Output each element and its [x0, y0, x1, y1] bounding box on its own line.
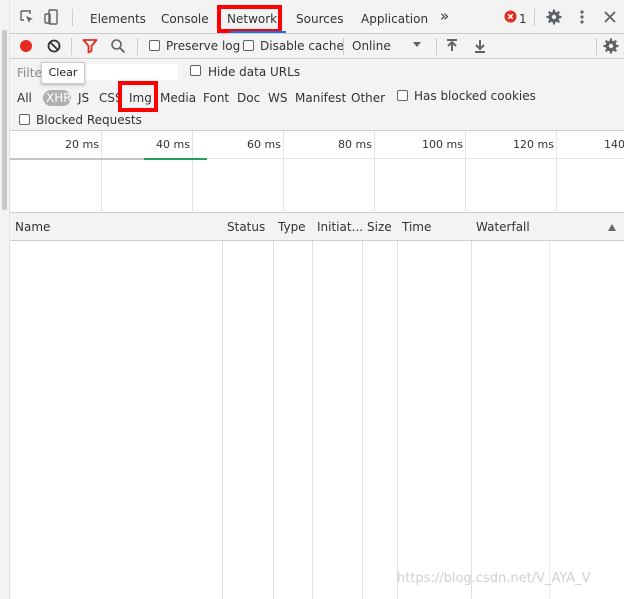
toolbar-divider	[343, 38, 344, 55]
column-header-initiator[interactable]: Initiat...	[312, 213, 362, 241]
toolbar-divider	[534, 9, 535, 26]
preserve-log-checkbox[interactable]	[149, 40, 160, 51]
column-divider	[397, 213, 398, 599]
timeline-gridline	[101, 131, 102, 213]
column-header-type[interactable]: Type	[273, 213, 312, 241]
timeline-tick-label: 120 ms	[513, 138, 554, 151]
column-header-time[interactable]: Time	[397, 213, 471, 241]
error-count[interactable]: 1	[519, 11, 527, 27]
has-blocked-cookies-label[interactable]: Has blocked cookies	[414, 89, 536, 103]
devtools-tabbar: Elements Console Network Sources Applica…	[10, 0, 624, 34]
timeline-tick-label: 60 ms	[247, 138, 281, 151]
type-filter-xhr[interactable]: XHR	[43, 90, 72, 106]
requests-table: Name Status Type Initiat... Size Time Wa…	[10, 213, 624, 599]
timeline-tick-label: 80 ms	[338, 138, 372, 151]
clear-icon[interactable]	[45, 37, 63, 55]
left-panel-edge	[0, 0, 10, 599]
type-filter-doc[interactable]: Doc	[237, 90, 260, 106]
export-har-icon[interactable]	[471, 37, 489, 55]
tab-network[interactable]: Network	[227, 11, 277, 27]
column-header-waterfall[interactable]: Waterfall	[471, 213, 601, 241]
timeline-tick-label: 140	[604, 138, 624, 151]
timeline-tick-label: 100 ms	[422, 138, 463, 151]
watermark: https://blog.csdn.net/V_AYA_V	[397, 571, 591, 586]
chevron-down-icon[interactable]	[412, 39, 422, 49]
tab-console[interactable]: Console	[161, 11, 209, 27]
column-divider	[312, 213, 313, 599]
has-blocked-cookies-checkbox[interactable]	[397, 90, 408, 101]
import-har-icon[interactable]	[443, 37, 461, 55]
more-tabs-button[interactable]: »	[440, 8, 449, 24]
preserve-log-label[interactable]: Preserve log	[166, 39, 240, 53]
active-tab-underline	[230, 31, 286, 33]
more-options-icon[interactable]	[573, 8, 591, 26]
type-filter-manifest[interactable]: Manifest	[295, 90, 346, 106]
type-filter-js[interactable]: JS	[78, 90, 89, 106]
search-icon[interactable]	[109, 37, 127, 55]
close-icon[interactable]	[601, 8, 619, 26]
column-header-status[interactable]: Status	[222, 213, 273, 241]
type-filter-all[interactable]: All	[17, 90, 32, 106]
timeline-gridline	[556, 131, 557, 213]
waterfall-gridline	[549, 213, 550, 599]
column-divider	[471, 213, 472, 599]
timeline-overview[interactable]: 20 ms 40 ms 60 ms 80 ms 100 ms 120 ms 14…	[10, 131, 624, 213]
blocked-requests-checkbox[interactable]	[19, 114, 30, 125]
toolbar-divider	[596, 38, 597, 55]
inspect-element-icon[interactable]	[18, 8, 36, 26]
scrollbar-thumb[interactable]	[2, 30, 7, 210]
toolbar-divider	[137, 38, 138, 55]
timeline-gridline	[283, 131, 284, 213]
table-header: Name Status Type Initiat... Size Time Wa…	[10, 213, 624, 241]
column-divider	[222, 213, 223, 599]
network-toolbar: Preserve log Disable cache Online	[10, 34, 624, 59]
tab-sources[interactable]: Sources	[296, 11, 343, 27]
column-divider	[273, 213, 274, 599]
timeline-tick-label: 40 ms	[156, 138, 190, 151]
toolbar-divider	[436, 38, 437, 55]
toolbar-divider	[71, 38, 72, 55]
type-filter-img[interactable]: Img	[129, 90, 152, 106]
filter-input[interactable]	[85, 64, 178, 80]
type-filter-font[interactable]: Font	[203, 90, 229, 106]
clear-tooltip: Clear	[41, 62, 85, 84]
column-header-name[interactable]: Name	[10, 213, 222, 241]
timeline-selection[interactable]	[10, 158, 144, 160]
type-filter-ws[interactable]: WS	[268, 90, 287, 106]
filter-icon[interactable]	[81, 37, 99, 55]
network-settings-gear-icon[interactable]	[602, 37, 620, 55]
column-header-size[interactable]: Size	[362, 213, 397, 241]
blocked-requests-label[interactable]: Blocked Requests	[36, 113, 142, 127]
column-divider	[362, 213, 363, 599]
device-toolbar-icon[interactable]	[43, 8, 61, 26]
type-filter-other[interactable]: Other	[351, 90, 385, 106]
timeline-tick-label: 20 ms	[65, 138, 99, 151]
tab-elements[interactable]: Elements	[90, 11, 146, 27]
tab-application[interactable]: Application	[361, 11, 428, 27]
error-icon[interactable]	[504, 10, 517, 23]
record-icon[interactable]	[17, 37, 35, 55]
toolbar-divider	[72, 9, 73, 26]
disable-cache-checkbox[interactable]	[243, 40, 254, 51]
timeline-gridline	[374, 131, 375, 213]
hide-data-urls-label[interactable]: Hide data URLs	[208, 65, 300, 79]
throttling-select[interactable]: Online	[352, 39, 391, 53]
hide-data-urls-checkbox[interactable]	[190, 65, 201, 76]
timeline-gridline	[465, 131, 466, 213]
disable-cache-label[interactable]: Disable cache	[260, 39, 344, 53]
sort-ascending-icon[interactable]	[608, 224, 616, 231]
type-filter-css[interactable]: CSS	[99, 90, 123, 106]
dom-content-loaded-marker	[144, 158, 207, 160]
timeline-gridline	[192, 131, 193, 213]
settings-gear-icon[interactable]	[545, 8, 563, 26]
type-filter-media[interactable]: Media	[160, 90, 196, 106]
